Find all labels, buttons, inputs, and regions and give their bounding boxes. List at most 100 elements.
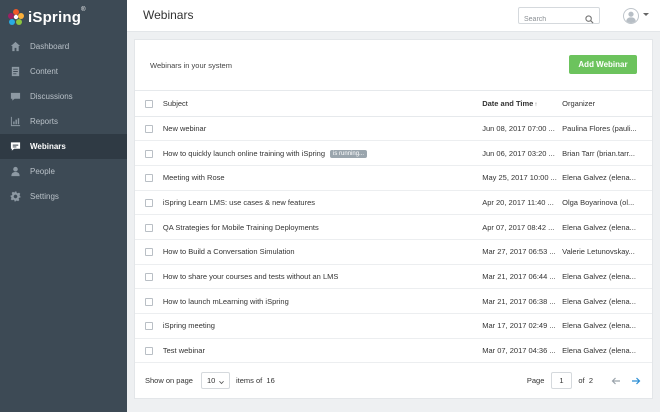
panel-subtitle: Webinars in your system [150,61,232,70]
row-checkbox[interactable] [145,322,153,331]
sidebar-item-reports[interactable]: Reports [0,109,127,134]
subject-cell[interactable]: Test webinar [163,338,482,363]
table-header-row: Subject Date and Time↑ Organizer [135,91,652,116]
row-checkbox-cell [135,165,163,190]
table-row[interactable]: New webinar Jun 08, 2017 07:00 ... Pauli… [135,116,652,141]
table-row[interactable]: Meeting with Rose May 25, 2017 10:00 ...… [135,165,652,191]
webinars-icon [9,141,21,153]
subject-cell[interactable]: How to share your courses and tests with… [163,264,482,289]
reports-icon [9,116,21,128]
date-cell: Mar 21, 2017 06:44 ... [482,271,556,281]
subject-cell[interactable]: iSpring meeting [163,314,482,339]
sidebar-item-content[interactable]: Content [0,59,127,84]
subject-cell[interactable]: QA Strategies for Mobile Training Deploy… [163,215,482,240]
row-checkbox-cell [135,190,163,215]
table-row[interactable]: How to Build a Conversation Simulation M… [135,239,652,265]
date-cell: Mar 27, 2017 06:53 ... [482,247,556,257]
page-label: Page [526,376,545,385]
table-row[interactable]: How to quickly launch online training wi… [135,141,652,166]
organizer-cell: Olga Boyarinova (ol... [562,197,635,207]
webinars-panel: Webinars in your system Add Webinar Subj… [134,39,653,399]
table-row[interactable]: How to launch mLearning with iSpring Mar… [135,289,652,314]
row-checkbox[interactable] [145,297,153,306]
row-checkbox-cell [135,314,163,339]
column-organizer[interactable]: Organizer [562,91,652,116]
total-pages: 2 [588,376,593,385]
row-checkbox[interactable] [145,272,153,281]
date-cell: Apr 07, 2017 08:42 ... [482,222,555,232]
table-row[interactable]: iSpring meeting Mar 17, 2017 02:49 ... E… [135,314,652,339]
date-cell: Jun 08, 2017 07:00 ... [482,123,555,133]
organizer-cell: Elena Galvez (elena... [562,296,636,306]
date-cell: May 25, 2017 10:00 ... [482,173,557,183]
sidebar-item-dashboard[interactable]: Dashboard [0,34,127,59]
page-navigation: Page 1 of 2 [527,372,641,389]
logo-text: iSpring® [28,6,86,26]
subject-cell[interactable]: How to launch mLearning with iSpring [163,289,482,314]
search-box[interactable] [518,7,600,27]
avatar[interactable] [623,8,639,24]
table-row[interactable]: QA Strategies for Mobile Training Deploy… [135,215,652,240]
search-input[interactable] [519,12,579,27]
show-on-page-label: Show on page [145,376,193,385]
sidebar-item-label: Webinars [30,141,66,151]
page-title: Webinars [143,8,194,22]
row-checkbox[interactable] [145,248,153,257]
search-icon[interactable] [585,11,594,24]
subject-cell[interactable]: New webinar [163,116,482,141]
add-webinar-button[interactable]: Add Webinar [569,55,637,74]
previous-page-icon[interactable] [611,376,621,386]
row-checkbox[interactable] [145,124,153,133]
pagination-bar: Show on page 10 items of 16 Page 1 of 2 [135,362,652,398]
sidebar-item-discussions[interactable]: Discussions [0,84,127,109]
page-size-value: 10 [206,376,216,385]
subject-cell[interactable]: How to Build a Conversation Simulation [163,239,482,264]
app-logo[interactable]: iSpring® [0,0,127,34]
row-checkbox[interactable] [145,149,153,158]
people-icon [9,166,21,178]
date-cell: Mar 21, 2017 06:38 ... [482,296,556,306]
table-row[interactable]: iSpring Learn LMS: use cases & new featu… [135,190,652,215]
organizer-cell: Brian Tarr (brian.tarr... [562,148,635,158]
sidebar: iSpring® Dashboard Content Discussions R… [0,0,127,412]
row-checkbox-cell [135,141,163,166]
column-date[interactable]: Date and Time↑ [482,91,562,116]
chevron-down-icon [219,378,224,385]
row-checkbox[interactable] [145,174,153,183]
row-checkbox-cell [135,338,163,363]
sidebar-item-label: Settings [30,191,59,201]
of-label: of [578,376,585,385]
panel-header: Webinars in your system Add Webinar [135,40,652,91]
next-page-icon[interactable] [631,376,641,386]
sidebar-item-webinars[interactable]: Webinars [0,134,127,159]
total-items: 16 [266,376,275,385]
row-checkbox-cell [135,215,163,240]
row-checkbox[interactable] [145,223,153,232]
table-row[interactable]: Test webinar Mar 07, 2017 04:36 ... Elen… [135,338,652,363]
page-size-select[interactable]: 10 [200,372,230,389]
row-checkbox-cell [135,289,163,314]
gear-icon [9,191,21,203]
sidebar-item-label: People [30,166,55,176]
subject-cell[interactable]: Meeting with Rose [163,165,482,190]
page-number-input[interactable]: 1 [551,372,573,389]
top-bar: Webinars [127,0,660,32]
row-checkbox[interactable] [145,198,153,207]
discussions-icon [9,91,21,103]
chevron-down-icon[interactable] [643,13,649,16]
subject-cell[interactable]: iSpring Learn LMS: use cases & new featu… [163,190,482,215]
organizer-cell: Valerie Letunovskay... [562,247,635,257]
select-all-checkbox[interactable] [145,99,153,108]
page-size-control: Show on page 10 items of 16 [145,372,275,389]
sidebar-item-people[interactable]: People [0,159,127,184]
webinars-table: Subject Date and Time↑ Organizer New web… [135,91,652,363]
row-checkbox-cell [135,264,163,289]
sidebar-item-settings[interactable]: Settings [0,184,127,209]
table-row[interactable]: How to share your courses and tests with… [135,264,652,289]
content-icon [9,66,21,78]
row-checkbox[interactable] [145,347,153,356]
ispring-logo-icon [7,8,25,26]
sidebar-item-label: Reports [30,116,59,126]
column-subject[interactable]: Subject [163,91,482,116]
subject-cell[interactable]: How to quickly launch online training wi… [163,141,482,166]
